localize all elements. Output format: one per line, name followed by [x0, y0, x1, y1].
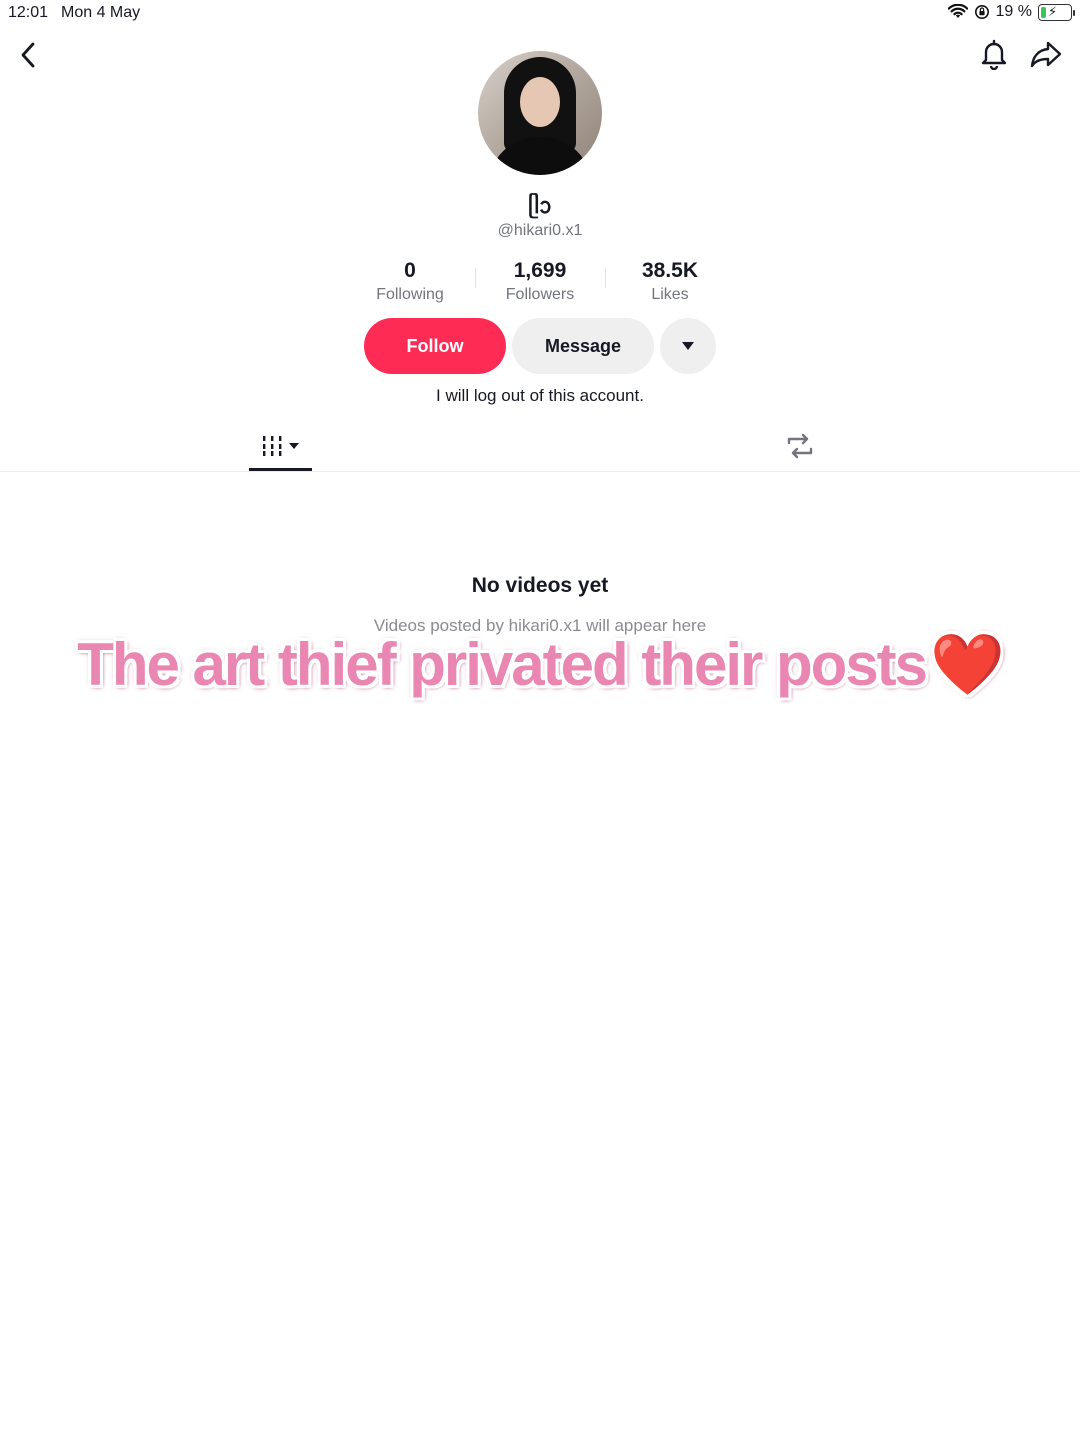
share-button[interactable] [1026, 36, 1066, 72]
tab-videos[interactable] [249, 420, 312, 472]
battery-cap [1073, 9, 1075, 16]
grid-bars-icon [262, 436, 299, 456]
empty-state-title: No videos yet [471, 574, 609, 597]
caret-down-icon [682, 342, 694, 350]
battery-percent: 19 % [995, 3, 1032, 20]
stat-followers[interactable]: 1,699 Followers [475, 258, 605, 308]
repost-icon [787, 433, 812, 459]
display-name: ᥫᩣ [528, 193, 552, 218]
wifi-icon [947, 4, 968, 18]
heart-emoji: ❤️ [930, 630, 1005, 698]
orientation-lock-icon [974, 5, 989, 19]
stat-label: Likes [651, 286, 689, 303]
message-button[interactable]: Message [512, 318, 654, 374]
overlay-caption: The art thief privated their posts ❤️ [40, 624, 1040, 704]
notifications-button[interactable] [976, 36, 1012, 72]
follow-button[interactable]: Follow [364, 318, 506, 374]
stat-label: Following [376, 286, 444, 303]
content-tabs [0, 420, 1080, 472]
bio: I will log out of this account. [436, 386, 644, 405]
more-options-button[interactable] [660, 318, 716, 374]
stat-value: 0 [404, 259, 416, 282]
avatar-face [520, 77, 560, 127]
battery-icon: ⚡ [1038, 3, 1075, 21]
chevron-left-icon [21, 42, 35, 68]
back-button[interactable] [12, 38, 44, 72]
share-arrow-icon [1030, 41, 1062, 68]
status-bar: 12:01 Mon 4 May 19 % ⚡ [0, 0, 1080, 28]
stat-value: 38.5K [641, 259, 699, 282]
status-indicators: 19 % ⚡ [947, 3, 1075, 21]
stat-following[interactable]: 0 Following [345, 258, 475, 308]
charging-bolt-icon: ⚡ [1048, 3, 1058, 19]
avatar[interactable] [478, 51, 602, 175]
stat-label: Followers [505, 286, 575, 303]
stat-likes[interactable]: 38.5K Likes [605, 258, 735, 308]
stat-value: 1,699 [513, 259, 567, 282]
status-date: Mon 4 May [61, 4, 141, 21]
profile-stats: 0 Following 1,699 Followers 38.5K Likes [345, 258, 735, 308]
bell-icon [981, 39, 1007, 70]
active-tab-indicator [249, 468, 312, 471]
status-time: 12:01 [8, 4, 49, 21]
overlay-caption-text: The art thief privated their posts [77, 630, 928, 698]
username: @hikari0.x1 [497, 222, 583, 239]
profile-page: 12:01 Mon 4 May 19 % ⚡ ᥫᩣ @hikari0.x1 0 … [0, 0, 1080, 1440]
tab-reposts[interactable] [768, 420, 831, 472]
battery-level-fill [1041, 6, 1047, 18]
